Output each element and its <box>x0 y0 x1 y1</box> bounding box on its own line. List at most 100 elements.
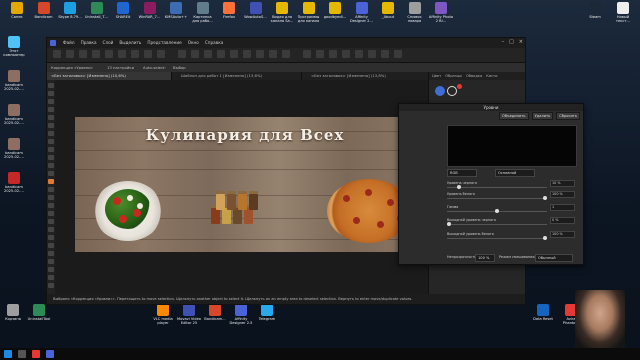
channel-select[interactable]: RGB <box>447 169 477 177</box>
desktop-icon[interactable]: goodbyedl… <box>322 2 348 19</box>
tool-icon[interactable] <box>48 227 54 232</box>
menu-item[interactable]: Файл <box>63 39 75 47</box>
tool-icon[interactable] <box>48 131 54 136</box>
minimize-icon[interactable]: – <box>502 38 505 47</box>
tool-icon[interactable] <box>48 139 54 144</box>
fill-color-swatch[interactable] <box>435 86 445 96</box>
tool-icon[interactable] <box>48 123 54 128</box>
desktop-icon[interactable]: Санек <box>4 2 30 19</box>
tab-document-2[interactable]: Шаблон для работ 1 [Изменено] (13,6%) <box>177 72 302 80</box>
toolbar-button-icon[interactable] <box>105 50 113 58</box>
toolbar-button-icon[interactable] <box>178 50 186 58</box>
taskbar-app-icon[interactable] <box>32 350 40 358</box>
tool-icon[interactable] <box>48 251 54 256</box>
tool-icon[interactable] <box>48 219 54 224</box>
desktop-icon[interactable]: Этот компьютер <box>1 36 27 57</box>
toolbar-button-icon[interactable] <box>53 50 61 58</box>
tool-icon[interactable] <box>48 235 54 240</box>
desktop-icon[interactable]: Affinity Designer 2.5 <box>228 304 254 325</box>
context-item[interactable]: Auto-select: <box>143 63 166 72</box>
close-icon[interactable]: × <box>519 38 523 47</box>
toolbar-button-icon[interactable] <box>394 50 402 58</box>
desktop-icon[interactable]: Программы для канала <box>296 2 322 23</box>
desktop-icon[interactable]: bandicam 2025-02-… <box>1 172 27 193</box>
toolbar-button-icon[interactable] <box>131 50 139 58</box>
toolbar-button-icon[interactable] <box>269 50 277 58</box>
desktop-icon[interactable]: bandicam 2025-02-… <box>1 138 27 159</box>
toolbar-button-icon[interactable] <box>316 50 324 58</box>
levels-slider-knob[interactable] <box>543 236 547 240</box>
tool-icon[interactable] <box>48 283 54 288</box>
desktop-icon[interactable]: Bandicam <box>31 2 57 19</box>
desktop-icon[interactable]: Корзина <box>0 304 26 321</box>
stroke-color-swatch[interactable] <box>447 86 457 96</box>
levels-value-input[interactable]: 100 % <box>550 231 575 238</box>
mode-select[interactable]: Основной <box>495 169 535 177</box>
toolbar-button-icon[interactable] <box>256 50 264 58</box>
levels-slider-knob[interactable] <box>457 185 461 189</box>
desktop-icon[interactable]: Новый текст… <box>610 2 636 23</box>
menu-item[interactable]: Слой <box>103 39 114 47</box>
tool-icon[interactable] <box>48 83 54 88</box>
tool-icon[interactable] <box>48 259 54 264</box>
menu-item[interactable]: Окно <box>188 39 199 47</box>
desktop-icon[interactable]: Skype 8.79… <box>57 2 83 19</box>
toolbar-button-icon[interactable] <box>118 50 126 58</box>
toolbar-button-icon[interactable] <box>66 50 74 58</box>
toolbar-button-icon[interactable] <box>355 50 363 58</box>
desktop-icon[interactable]: Видео для канала Sa… <box>269 2 295 23</box>
toolbar-button-icon[interactable] <box>368 50 376 58</box>
toolbar-button-icon[interactable] <box>217 50 225 58</box>
tab-document-3[interactable]: <Без заголовка> [Изменено] (13,8%) <box>307 72 434 80</box>
start-button-icon[interactable] <box>4 350 12 358</box>
tab-document-1[interactable]: <Без заголовка> [Изменено] (10,6%) <box>47 72 172 80</box>
toolbar-button-icon[interactable] <box>144 50 152 58</box>
menu-item[interactable]: Выделить <box>119 39 141 47</box>
studio-tab[interactable]: Цвет <box>432 72 441 80</box>
tool-icon[interactable] <box>48 203 54 208</box>
opacity-input[interactable]: 100 % <box>475 254 495 262</box>
canvas-area[interactable]: Кулинария для Всех <box>55 80 429 294</box>
toolbar-button-icon[interactable] <box>230 50 238 58</box>
desktop-icon[interactable]: Data Reset <box>530 304 556 321</box>
task-view-icon[interactable] <box>18 350 26 358</box>
levels-slider-knob[interactable] <box>543 196 547 200</box>
toolbar-button-icon[interactable] <box>243 50 251 58</box>
tool-icon[interactable] <box>48 211 54 216</box>
maximize-icon[interactable]: □ <box>509 38 514 47</box>
tool-icon[interactable] <box>48 147 54 152</box>
tool-icon[interactable] <box>48 91 54 96</box>
menu-item[interactable]: Правка <box>81 39 97 47</box>
color-picker-icon[interactable] <box>457 84 462 89</box>
levels-slider-track[interactable] <box>447 238 547 239</box>
merge-button[interactable]: Объединить <box>499 112 529 120</box>
toolbar-button-icon[interactable] <box>92 50 100 58</box>
desktop-icon[interactable]: UninstallTool <box>26 304 52 321</box>
levels-slider-track[interactable] <box>447 224 547 225</box>
document-canvas[interactable]: Кулинария для Всех <box>75 117 415 252</box>
blend-mode-select[interactable]: Обычный <box>535 254 573 262</box>
toolbar-button-icon[interactable] <box>303 50 311 58</box>
context-item[interactable]: Выбор <box>173 63 186 72</box>
levels-slider-track[interactable] <box>447 198 547 199</box>
context-item[interactable]: 13 настройки <box>107 63 134 72</box>
desktop-icon[interactable]: Картинка для рабо… <box>190 2 216 23</box>
desktop-icon[interactable]: Affinity Photo 2 Bl… <box>428 2 454 23</box>
studio-tab[interactable]: Обводка <box>466 72 482 80</box>
tool-icon[interactable] <box>48 171 54 176</box>
desktop-icon[interactable]: Movavi Video Editor 25 <box>176 304 202 325</box>
desktop-icon[interactable]: WinRAR_7… <box>137 2 163 19</box>
levels-value-input[interactable]: 0 % <box>550 217 575 224</box>
delete-button[interactable]: Удалить <box>531 112 554 120</box>
levels-slider-track[interactable] <box>447 187 547 188</box>
tool-icon[interactable] <box>48 267 54 272</box>
desktop-icon[interactable]: Affinity Designer 2… <box>349 2 375 23</box>
tool-icon[interactable] <box>48 243 54 248</box>
studio-tab[interactable]: Образцы <box>445 72 462 80</box>
desktop-icon[interactable]: SHAREit <box>110 2 136 19</box>
menu-item[interactable]: Представление <box>147 39 181 47</box>
desktop-icon[interactable]: VLC media player <box>150 304 176 325</box>
levels-value-input[interactable]: 1 <box>550 204 575 211</box>
tool-icon[interactable] <box>48 155 54 160</box>
toolbar-button-icon[interactable] <box>282 50 290 58</box>
